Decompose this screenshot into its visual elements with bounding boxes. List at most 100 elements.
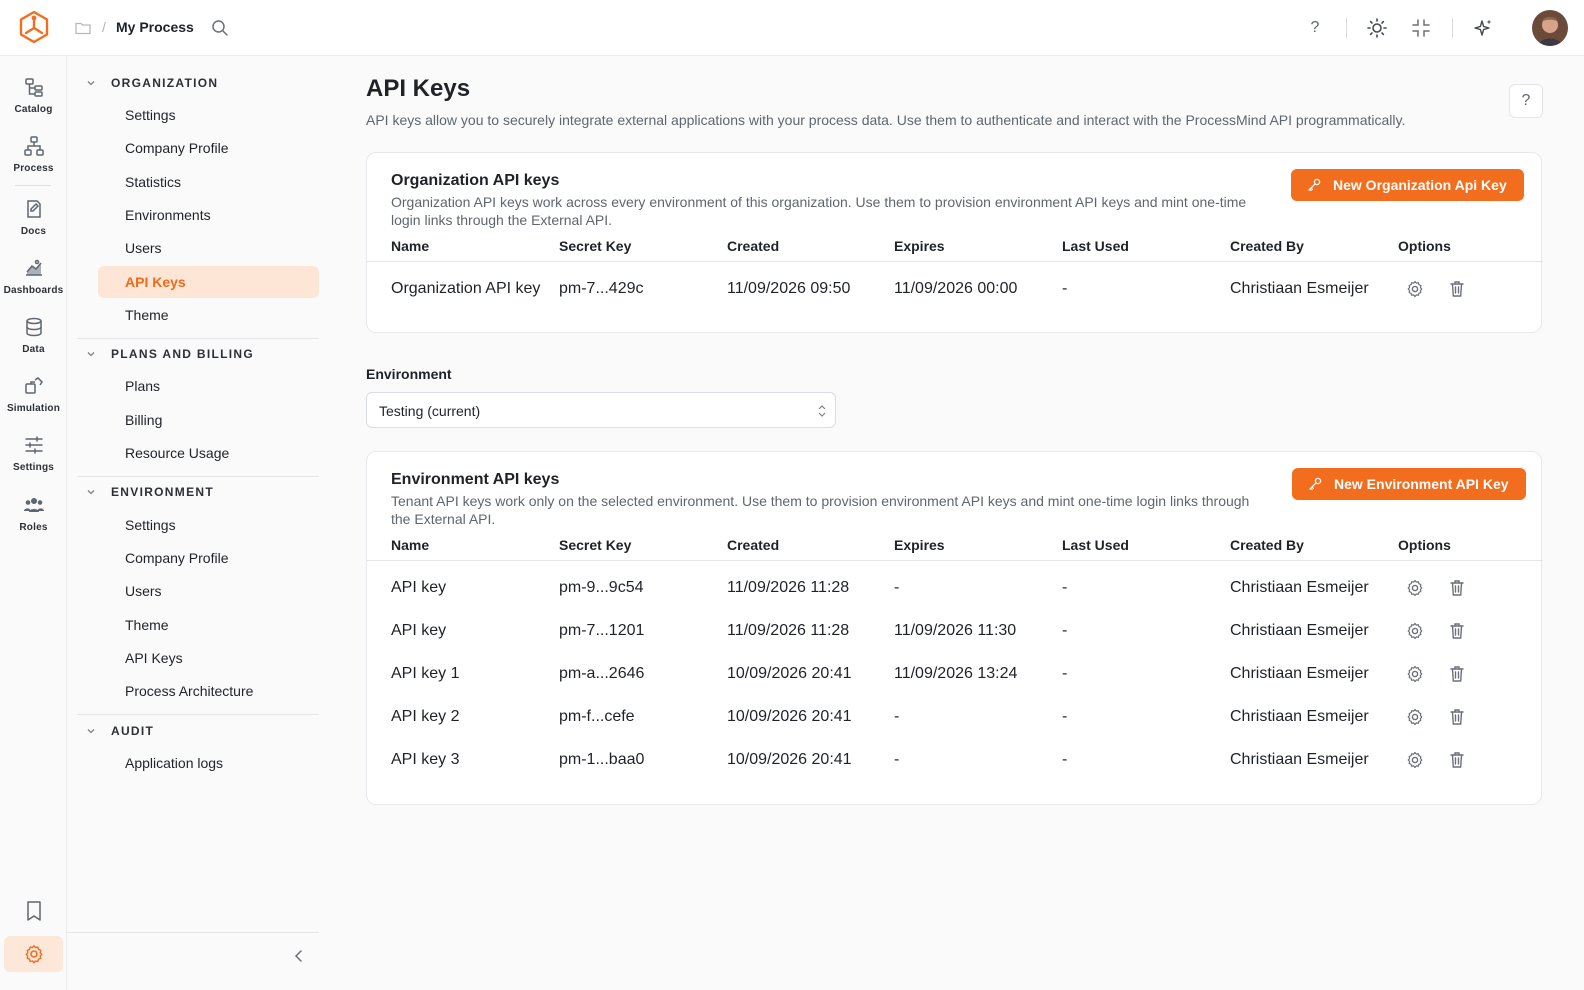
chevron-left-icon[interactable] bbox=[291, 948, 307, 964]
sidebar-item-env-company-profile[interactable]: Company Profile bbox=[98, 542, 319, 574]
cell-created: 11/09/2026 11:28 bbox=[727, 579, 850, 596]
settings-button[interactable] bbox=[4, 936, 63, 972]
rail-label: Catalog bbox=[14, 104, 53, 115]
chevron-updown-icon bbox=[818, 405, 826, 417]
gear-icon[interactable] bbox=[1405, 664, 1425, 684]
column-header: Created bbox=[727, 537, 780, 553]
new-organization-api-key-button[interactable]: New Organization Api Key bbox=[1291, 169, 1524, 201]
table-row: API key pm-9...9c54 11/09/2026 11:28 - -… bbox=[367, 566, 1543, 609]
sidebar-item-org-users[interactable]: Users bbox=[98, 232, 319, 264]
rail-item-settings[interactable]: Settings bbox=[0, 428, 67, 482]
section-title: ORGANIZATION bbox=[111, 76, 219, 90]
section-divider bbox=[77, 476, 319, 477]
bookmark-icon bbox=[26, 901, 41, 921]
sidebar-item-org-settings[interactable]: Settings bbox=[98, 99, 319, 131]
avatar[interactable] bbox=[1532, 10, 1568, 46]
sidebar-item-environments[interactable]: Environments bbox=[98, 199, 319, 231]
help-icon[interactable]: ? bbox=[1304, 17, 1326, 39]
trash-icon[interactable] bbox=[1447, 750, 1467, 770]
section-header-plans-billing[interactable]: PLANS AND BILLING bbox=[85, 344, 254, 364]
sidebar-item-org-company-profile[interactable]: Company Profile bbox=[98, 132, 319, 164]
top-bar: / My Process ? bbox=[0, 0, 1584, 56]
sidebar-item-process-architecture[interactable]: Process Architecture bbox=[98, 675, 319, 707]
key-icon bbox=[1309, 477, 1322, 491]
column-header: Last Used bbox=[1062, 537, 1129, 553]
gear-icon[interactable] bbox=[1405, 750, 1425, 770]
cell-secret-key: pm-1...baa0 bbox=[559, 751, 645, 768]
table-row: API key 2 pm-f...cefe 10/09/2026 20:41 -… bbox=[367, 695, 1543, 738]
sidebar-item-env-settings[interactable]: Settings bbox=[98, 509, 319, 541]
collapse-icon[interactable] bbox=[1410, 17, 1432, 39]
cell-name: Organization API key bbox=[391, 280, 541, 297]
column-header: Expires bbox=[894, 537, 945, 553]
settings-sidebar: ORGANIZATION Settings Company Profile St… bbox=[67, 56, 331, 990]
page-title: API Keys bbox=[366, 75, 471, 102]
section-header-environment[interactable]: ENVIRONMENT bbox=[85, 482, 214, 502]
section-title: AUDIT bbox=[111, 724, 155, 738]
catalog-icon bbox=[24, 78, 43, 97]
section-header-organization[interactable]: ORGANIZATION bbox=[85, 73, 218, 93]
column-header: Created By bbox=[1230, 238, 1304, 254]
sparkle-icon[interactable] bbox=[1472, 17, 1494, 39]
column-header: Created By bbox=[1230, 537, 1304, 553]
gear-icon[interactable] bbox=[1405, 621, 1425, 641]
card-title: Environment API keys bbox=[391, 471, 560, 488]
sidebar-item-org-theme[interactable]: Theme bbox=[98, 299, 319, 331]
cell-secret-key: pm-7...429c bbox=[559, 280, 644, 297]
button-label: New Organization Api Key bbox=[1333, 177, 1507, 193]
environment-select[interactable]: Testing (current) bbox=[366, 392, 836, 428]
sliders-icon bbox=[24, 436, 43, 454]
cell-secret-key: pm-7...1201 bbox=[559, 622, 645, 639]
rail-item-simulation[interactable]: Simulation bbox=[0, 369, 67, 423]
rail-item-catalog[interactable]: Catalog bbox=[0, 70, 67, 124]
gear-icon[interactable] bbox=[1405, 707, 1425, 727]
cell-expires: 11/09/2026 13:24 bbox=[894, 665, 1018, 682]
sun-icon[interactable] bbox=[1366, 17, 1388, 39]
gear-icon[interactable] bbox=[1405, 279, 1425, 299]
sidebar-item-org-api-keys[interactable]: API Keys bbox=[98, 266, 319, 298]
trash-icon[interactable] bbox=[1447, 578, 1467, 598]
trash-icon[interactable] bbox=[1447, 707, 1467, 727]
sidebar-item-billing[interactable]: Billing bbox=[98, 404, 319, 436]
sidebar-item-plans[interactable]: Plans bbox=[98, 370, 319, 402]
section-title: ENVIRONMENT bbox=[111, 485, 214, 499]
rail-label: Roles bbox=[19, 522, 48, 533]
sidebar-item-env-users[interactable]: Users bbox=[98, 575, 319, 607]
sidebar-item-env-api-keys[interactable]: API Keys bbox=[98, 642, 319, 674]
table-row: Organization API key pm-7...429c 11/09/2… bbox=[367, 267, 1543, 310]
gear-icon[interactable] bbox=[1405, 578, 1425, 598]
page-help-button[interactable]: ? bbox=[1509, 84, 1543, 118]
cell-name: API key 1 bbox=[391, 665, 460, 682]
card-description: Tenant API keys work only on the selecte… bbox=[391, 493, 1250, 527]
process-icon bbox=[23, 136, 44, 156]
trash-icon[interactable] bbox=[1447, 664, 1467, 684]
rail-item-data[interactable]: Data bbox=[0, 310, 67, 364]
divider bbox=[1452, 18, 1453, 38]
trash-icon[interactable] bbox=[1447, 279, 1467, 299]
cell-created: 10/09/2026 20:41 bbox=[727, 665, 852, 682]
sidebar-item-env-theme[interactable]: Theme bbox=[98, 609, 319, 641]
new-environment-api-key-button[interactable]: New Environment API Key bbox=[1292, 468, 1526, 500]
rail-item-dashboards[interactable]: Dashboards bbox=[0, 251, 67, 305]
rail-item-process[interactable]: Process bbox=[0, 129, 67, 183]
search-icon[interactable] bbox=[210, 18, 230, 38]
sidebar-item-application-logs[interactable]: Application logs bbox=[98, 747, 319, 779]
trash-icon[interactable] bbox=[1447, 621, 1467, 641]
rail-item-docs[interactable]: Docs bbox=[0, 192, 67, 246]
sidebar-item-resource-usage[interactable]: Resource Usage bbox=[98, 437, 319, 469]
logo-icon[interactable] bbox=[18, 10, 50, 46]
process-name[interactable]: My Process bbox=[116, 19, 194, 35]
sidebar-item-statistics[interactable]: Statistics bbox=[98, 166, 319, 198]
cell-expires: - bbox=[894, 708, 900, 725]
rail-label: Dashboards bbox=[3, 285, 64, 296]
bookmark-button[interactable] bbox=[0, 900, 67, 922]
folder-icon[interactable] bbox=[74, 19, 92, 37]
column-header: Expires bbox=[894, 238, 945, 254]
cell-created-by: Christiaan Esmeijer bbox=[1230, 579, 1369, 596]
rail-item-roles[interactable]: Roles bbox=[0, 488, 67, 542]
cell-expires: 11/09/2026 00:00 bbox=[894, 280, 1018, 297]
section-header-audit[interactable]: AUDIT bbox=[85, 721, 154, 741]
rail-label: Docs bbox=[20, 226, 47, 237]
table-row: API key 3 pm-1...baa0 10/09/2026 20:41 -… bbox=[367, 738, 1543, 781]
chevron-down-icon bbox=[87, 490, 95, 495]
